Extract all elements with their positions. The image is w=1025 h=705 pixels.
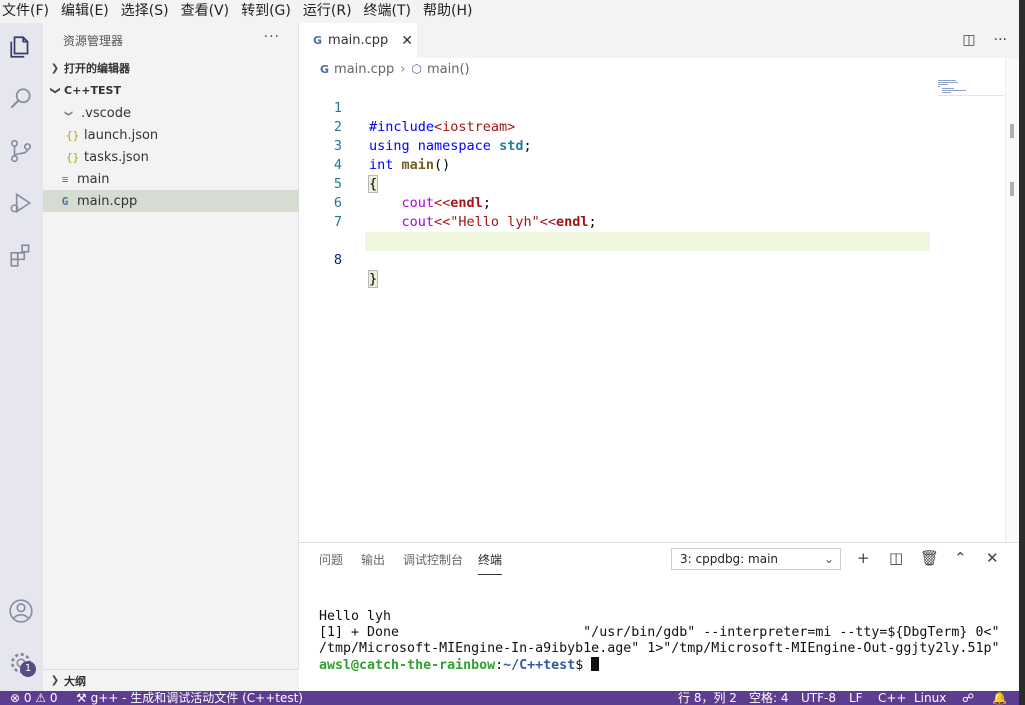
- menu-view[interactable]: 查看(V): [179, 0, 236, 23]
- code-line: 4 {: [333, 157, 379, 193]
- terminal-cursor: [591, 657, 600, 671]
- chevron-down-icon: ❯: [62, 109, 76, 117]
- build-icon: ⚒: [76, 691, 91, 705]
- status-platform[interactable]: Linux: [914, 692, 946, 705]
- tab-label: main.cpp: [328, 33, 389, 48]
- tree-item-label: launch.json: [84, 127, 159, 143]
- split-terminal-icon[interactable]: ◫: [889, 549, 903, 567]
- minimap[interactable]: [938, 78, 1004, 96]
- extensions-icon[interactable]: [7, 241, 35, 269]
- open-editors-section[interactable]: ❯ 打开的编辑器: [43, 57, 299, 79]
- code-line: 5 cout<<endl;: [333, 176, 491, 211]
- account-icon[interactable]: [7, 597, 35, 625]
- code-line-current: 8 }: [299, 213, 1019, 288]
- sidebar-title: 资源管理器: [63, 34, 124, 48]
- outline-section[interactable]: ❯ 大纲: [43, 669, 299, 691]
- menu-bar: 文件(F) 编辑(E) 选择(S) 查看(V) 转到(G) 运行(R) 终端(T…: [0, 0, 1025, 23]
- tree-item-label: main: [77, 171, 110, 187]
- json-icon: {}: [66, 128, 80, 142]
- more-actions-icon[interactable]: ···: [264, 29, 280, 45]
- cpp-file-icon: G: [313, 34, 323, 47]
- menu-go[interactable]: 转到(G): [239, 0, 297, 23]
- cpp-file-icon: G: [61, 194, 69, 208]
- explorer-sidebar: 资源管理器 ··· ❯ 打开的编辑器 ❯ C++TEST ❯ .vscode {…: [43, 23, 299, 691]
- chevron-down-icon: ❯: [49, 85, 61, 95]
- close-panel-icon[interactable]: ✕: [986, 549, 999, 567]
- tree-item-label: main.cpp: [77, 193, 138, 209]
- terminal-select-value: 3: cppdbg: main: [680, 552, 779, 566]
- code-line: 2 using namespace std;: [333, 119, 532, 154]
- outline-label: 大纲: [64, 674, 86, 688]
- file-icon: ≡: [61, 172, 69, 186]
- tab-terminal[interactable]: 终端: [478, 551, 503, 575]
- status-bar: ⊗ 0 ⚠ 0 ⚒ g++ - 生成和调试活动文件 (C++test) 行 8，…: [0, 691, 1019, 705]
- tree-folder-vscode[interactable]: ❯ .vscode: [43, 102, 299, 124]
- run-debug-icon[interactable]: [7, 189, 35, 217]
- chevron-down-icon: ⌄: [823, 552, 834, 566]
- breadcrumb: G main.cpp › ⬡ main(): [299, 58, 1019, 80]
- maximize-panel-icon[interactable]: ⌃: [954, 549, 967, 567]
- status-eol[interactable]: LF: [849, 692, 863, 705]
- breadcrumb-file[interactable]: main.cpp: [334, 62, 394, 77]
- terminal-select[interactable]: 3: cppdbg: main ⌄: [671, 548, 841, 570]
- code-line: 6 cout<<"Hello lyh"<<endl;: [333, 195, 597, 230]
- tree-item-label: tasks.json: [84, 149, 149, 165]
- manage-badge: 1: [20, 661, 36, 677]
- status-encoding[interactable]: UTF-8: [801, 692, 836, 705]
- chevron-right-icon: ❯: [50, 62, 60, 74]
- menu-selection[interactable]: 选择(S): [119, 0, 175, 23]
- chevron-right-icon: ❯: [50, 675, 60, 686]
- tab-output[interactable]: 输出: [361, 551, 385, 575]
- kill-terminal-icon[interactable]: 🗑: [920, 549, 939, 567]
- code-line: 7 return 0;: [333, 214, 475, 249]
- cpp-file-icon: G: [320, 62, 330, 76]
- explorer-icon[interactable]: [7, 33, 35, 61]
- menu-file[interactable]: 文件(F): [0, 0, 55, 23]
- status-language[interactable]: C++: [878, 692, 907, 705]
- tab-problems[interactable]: 问题: [319, 551, 343, 575]
- code-line: 3 int main(): [333, 138, 451, 173]
- code-line: 1 #include<iostream>: [333, 100, 516, 135]
- tree-file-launch-json[interactable]: {} launch.json: [43, 124, 299, 146]
- workspace-section[interactable]: ❯ C++TEST: [43, 79, 299, 101]
- tree-file-main[interactable]: ≡ main: [43, 168, 299, 190]
- menu-help[interactable]: 帮助(H): [421, 0, 478, 23]
- open-editors-label: 打开的编辑器: [64, 62, 130, 75]
- close-icon[interactable]: ✕: [401, 33, 413, 49]
- feedback-icon[interactable]: ☍: [962, 692, 974, 705]
- workspace-label: C++TEST: [64, 83, 121, 97]
- editor-tab-bar: G main.cpp ✕ ◫ ···: [299, 23, 1025, 58]
- activity-bar: [0, 23, 43, 691]
- search-icon[interactable]: [7, 85, 35, 113]
- notifications-bell-icon[interactable]: 🔔: [992, 692, 1007, 705]
- menu-run[interactable]: 运行(R): [301, 0, 358, 23]
- editor-scrollbar[interactable]: [1005, 58, 1019, 542]
- chevron-right-icon: ›: [400, 61, 406, 77]
- tab-main-cpp[interactable]: G main.cpp ✕: [299, 23, 417, 58]
- split-editor-icon[interactable]: ◫: [962, 32, 975, 48]
- tree-file-tasks-json[interactable]: {} tasks.json: [43, 146, 299, 168]
- status-indentation[interactable]: 空格: 4: [749, 692, 789, 705]
- status-problems[interactable]: ⊗ 0 ⚠ 0: [10, 692, 58, 705]
- menu-terminal[interactable]: 终端(T): [362, 0, 417, 23]
- tree-file-main-cpp[interactable]: G main.cpp: [43, 190, 299, 212]
- code-editor[interactable]: 1 #include<iostream> 2 using namespace s…: [299, 80, 1019, 542]
- breadcrumb-symbol[interactable]: main(): [427, 62, 470, 77]
- status-task[interactable]: ⚒ g++ - 生成和调试活动文件 (C++test): [76, 692, 303, 705]
- more-actions-icon[interactable]: ···: [994, 32, 1007, 48]
- menu-edit[interactable]: 编辑(E): [59, 0, 115, 23]
- tab-debug-console[interactable]: 调试控制台: [403, 551, 463, 575]
- new-terminal-icon[interactable]: +: [857, 549, 870, 567]
- method-icon: ⬡: [411, 62, 422, 76]
- source-control-icon[interactable]: [7, 137, 35, 165]
- status-cursor-position[interactable]: 行 8，列 2: [678, 692, 737, 705]
- tree-item-label: .vscode: [81, 105, 131, 121]
- terminal-output[interactable]: Hello lyh [1] + Done "/usr/bin/gdb" --in…: [319, 609, 999, 674]
- bottom-panel: 问题 输出 调试控制台 终端 3: cppdbg: main ⌄ + ◫ 🗑 ⌃…: [299, 542, 1019, 691]
- background-window-strip: [1019, 0, 1025, 705]
- json-icon: {}: [66, 150, 80, 164]
